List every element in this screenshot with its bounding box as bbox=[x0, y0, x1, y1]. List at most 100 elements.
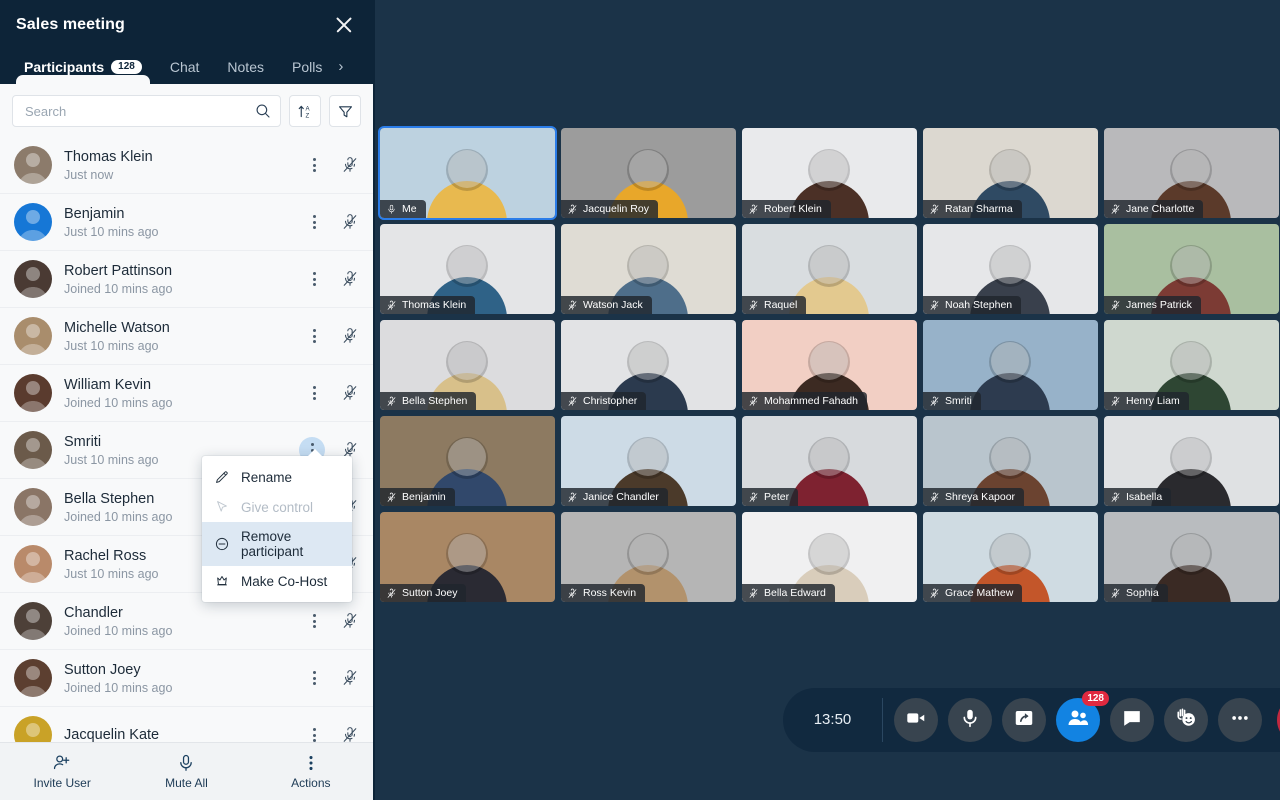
participant-row[interactable]: William KevinJoined 10 mins ago bbox=[0, 365, 373, 422]
tab-notes[interactable]: Notes bbox=[213, 59, 278, 84]
microphone-button[interactable] bbox=[948, 698, 992, 742]
close-icon[interactable] bbox=[331, 12, 357, 38]
actions-button[interactable]: Actions bbox=[249, 753, 373, 790]
video-tile[interactable]: Ratan Sharma bbox=[923, 128, 1098, 218]
participant-mute-toggle[interactable] bbox=[341, 726, 359, 742]
video-tile[interactable]: Henry Liam bbox=[1104, 320, 1279, 410]
video-tile[interactable]: James Patrick bbox=[1104, 224, 1279, 314]
participant-mute-toggle[interactable] bbox=[341, 270, 359, 288]
participant-mute-toggle[interactable] bbox=[341, 384, 359, 402]
menu-item-rename[interactable]: Rename bbox=[202, 462, 352, 492]
video-grid: Me Jacquelin Roy Robert Klein Ratan Sharma J… bbox=[380, 128, 1280, 606]
video-tile[interactable]: Thomas Klein bbox=[380, 224, 555, 314]
participant-mute-toggle[interactable] bbox=[341, 213, 359, 231]
participant-menu-button[interactable] bbox=[303, 211, 325, 233]
video-tile[interactable]: Janice Chandler bbox=[561, 416, 736, 506]
video-tile[interactable]: Benjamin bbox=[380, 416, 555, 506]
video-tile[interactable]: Jacquelin Roy bbox=[561, 128, 736, 218]
participant-row[interactable]: BenjaminJust 10 mins ago bbox=[0, 194, 373, 251]
video-tile[interactable]: Isabella bbox=[1104, 416, 1279, 506]
participant-menu-button[interactable] bbox=[303, 382, 325, 404]
tab-polls[interactable]: Polls bbox=[278, 59, 336, 84]
video-tile[interactable]: Bella Stephen bbox=[380, 320, 555, 410]
search-input[interactable] bbox=[25, 104, 255, 119]
video-tile[interactable]: Ross Kevin bbox=[561, 512, 736, 602]
invite-user-button[interactable]: Invite User bbox=[0, 753, 124, 790]
participant-menu-button[interactable] bbox=[303, 667, 325, 689]
video-tile[interactable]: Shreya Kapoor bbox=[923, 416, 1098, 506]
participant-menu-button[interactable] bbox=[303, 154, 325, 176]
participants-button[interactable]: 128 bbox=[1056, 698, 1100, 742]
participant-status: Just 10 mins ago bbox=[64, 225, 291, 239]
more-button[interactable] bbox=[1218, 698, 1262, 742]
tile-name-label: Sutton Joey bbox=[402, 587, 457, 599]
video-tile[interactable]: Peter bbox=[742, 416, 917, 506]
participant-menu-button[interactable] bbox=[303, 610, 325, 632]
avatar bbox=[14, 146, 52, 184]
participant-info: BenjaminJust 10 mins ago bbox=[64, 205, 291, 239]
participant-row[interactable]: Thomas KleinJust now bbox=[0, 137, 373, 194]
participant-row[interactable]: Robert Pattinson Joined 10 mins ago bbox=[0, 251, 373, 308]
video-tile[interactable]: Mohammed Fahadh bbox=[742, 320, 917, 410]
mic-off-icon bbox=[929, 492, 940, 503]
share-screen-button[interactable] bbox=[1002, 698, 1046, 742]
participant-name: Robert Pattinson bbox=[64, 262, 291, 280]
menu-item-make-cohost[interactable]: Make Co-Host bbox=[202, 566, 352, 596]
reactions-button[interactable] bbox=[1164, 698, 1208, 742]
participant-status: Joined 10 mins ago bbox=[64, 282, 291, 296]
video-tile[interactable]: Bella Edward bbox=[742, 512, 917, 602]
mute-all-button[interactable]: Mute All bbox=[124, 753, 248, 790]
control-buttons: 128 bbox=[889, 696, 1280, 744]
participant-row[interactable]: Michelle WatsonJust 10 mins ago bbox=[0, 308, 373, 365]
video-tile[interactable]: Robert Klein bbox=[742, 128, 917, 218]
tile-name-label: Robert Klein bbox=[764, 203, 822, 215]
participant-list[interactable]: Thomas KleinJust now BenjaminJust 10 mins… bbox=[0, 137, 373, 742]
sort-az-icon[interactable]: A Z bbox=[289, 95, 321, 127]
search-box[interactable] bbox=[12, 95, 281, 127]
participant-menu-button[interactable] bbox=[303, 268, 325, 290]
tab-chat[interactable]: Chat bbox=[156, 59, 214, 84]
participant-name-chip: Me bbox=[380, 200, 426, 218]
mic-off-icon bbox=[341, 726, 359, 742]
video-tile[interactable]: Grace Mathew bbox=[923, 512, 1098, 602]
video-tile[interactable]: Sophia bbox=[1104, 512, 1279, 602]
tile-name-label: Jacquelin Roy bbox=[583, 203, 649, 215]
participant-menu-button[interactable] bbox=[303, 724, 325, 742]
chevron-right-icon[interactable]: › bbox=[336, 58, 347, 84]
participant-status: Just now bbox=[64, 168, 291, 182]
filter-icon[interactable] bbox=[329, 95, 361, 127]
participant-mute-toggle[interactable] bbox=[341, 612, 359, 630]
tile-name-label: Ratan Sharma bbox=[945, 203, 1013, 215]
menu-item-remove-participant[interactable]: Remove participant bbox=[202, 522, 352, 566]
participant-actions bbox=[303, 724, 359, 742]
participant-row[interactable]: Jacquelin Kate bbox=[0, 707, 373, 742]
camera-button[interactable] bbox=[894, 698, 938, 742]
participant-context-menu[interactable]: Rename Give control Remove participant bbox=[202, 456, 352, 602]
video-tile[interactable]: Jane Charlotte bbox=[1104, 128, 1279, 218]
chat-button[interactable] bbox=[1110, 698, 1154, 742]
participant-mute-toggle[interactable] bbox=[341, 669, 359, 687]
video-tile[interactable]: Smriti bbox=[923, 320, 1098, 410]
mic-off-icon bbox=[386, 396, 397, 407]
participant-status: Joined 10 mins ago bbox=[64, 681, 291, 695]
video-tile[interactable]: Me bbox=[380, 128, 555, 218]
participant-name-chip: Robert Klein bbox=[742, 200, 831, 218]
participant-mute-toggle[interactable] bbox=[341, 156, 359, 174]
tab-participants-badge: 128 bbox=[111, 60, 142, 74]
video-tile[interactable]: Noah Stephen bbox=[923, 224, 1098, 314]
video-tile[interactable]: Raquel bbox=[742, 224, 917, 314]
video-tile[interactable]: Sutton Joey bbox=[380, 512, 555, 602]
participant-status: Just 10 mins ago bbox=[64, 339, 291, 353]
mic-off-icon bbox=[341, 156, 359, 174]
svg-text:Z: Z bbox=[305, 112, 309, 119]
svg-text:A: A bbox=[305, 105, 310, 112]
participant-row[interactable]: Sutton JoeyJoined 10 mins ago bbox=[0, 650, 373, 707]
video-tile[interactable]: Christopher bbox=[561, 320, 736, 410]
participant-mute-toggle[interactable] bbox=[341, 327, 359, 345]
tab-participants[interactable]: Participants 128 bbox=[10, 59, 156, 84]
participant-menu-button[interactable] bbox=[303, 325, 325, 347]
video-tile[interactable]: Watson Jack bbox=[561, 224, 736, 314]
chat-bubble-icon bbox=[1121, 707, 1143, 734]
participant-name-chip: Grace Mathew bbox=[923, 584, 1022, 602]
tile-name-label: Sophia bbox=[1126, 587, 1159, 599]
